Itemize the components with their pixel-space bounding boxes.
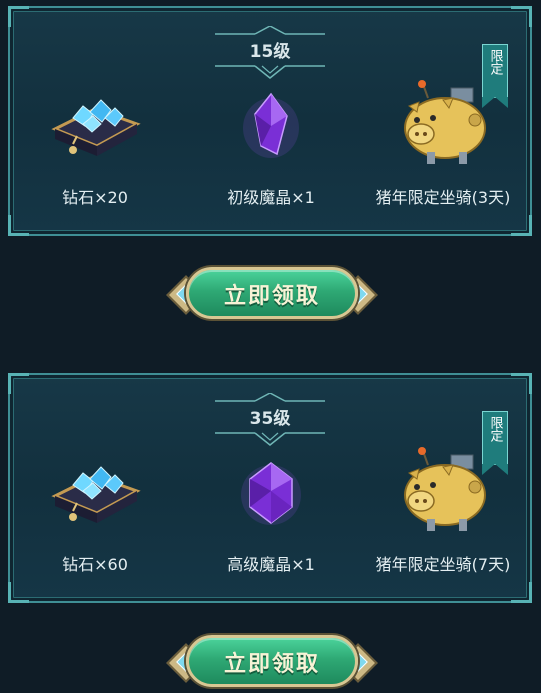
claim-button-level-35[interactable]: 立即领取 (166, 632, 378, 690)
purple-crystal-icon (186, 80, 356, 180)
reward-item: 高级魔晶×1 (186, 447, 356, 575)
purple-crystal-icon (186, 447, 356, 547)
level-label: 35级 (249, 409, 291, 429)
pig-mount-icon (358, 80, 528, 180)
panel-corner (8, 6, 29, 27)
reward-item: 限定 猪年限定坐骑(7天) (358, 411, 528, 575)
level-label: 15级 (249, 42, 291, 62)
reward-label: 猪年限定坐骑(7天) (375, 555, 511, 574)
level-badge: 35级 (215, 393, 325, 447)
diamond-pile-icon (10, 80, 180, 180)
panel-corner (511, 582, 532, 603)
diamond-pile-icon (10, 447, 180, 547)
reward-label: 猪年限定坐骑(3天) (375, 188, 511, 207)
reward-label: 高级魔晶×1 (227, 555, 315, 574)
panel-corner (8, 215, 29, 236)
reward-item: 初级魔晶×1 (186, 80, 356, 208)
reward-panel-level-35: 35级 钻石×60 高级魔晶×1 限定 猪年限定坐骑(7天) (8, 373, 532, 603)
claim-button-label[interactable]: 立即领取 (166, 646, 378, 678)
reward-label: 初级魔晶×1 (227, 188, 315, 207)
reward-label: 钻石×20 (62, 188, 128, 207)
panel-corner (511, 6, 532, 27)
reward-label: 钻石×60 (62, 555, 128, 574)
reward-item: 限定 猪年限定坐骑(3天) (358, 44, 528, 208)
panel-corner (8, 582, 29, 603)
reward-item: 钻石×60 (10, 447, 180, 575)
panel-corner (511, 373, 532, 394)
claim-button-level-15[interactable]: 立即领取 (166, 264, 378, 322)
panel-corner (511, 215, 532, 236)
panel-corner (8, 373, 29, 394)
level-badge: 15级 (215, 26, 325, 80)
reward-item: 钻石×20 (10, 80, 180, 208)
reward-panel-level-15: 15级 钻石×20 初级魔晶×1 限定 猪年限定坐骑(3天) (8, 6, 532, 236)
pig-mount-icon (358, 447, 528, 547)
claim-button-label[interactable]: 立即领取 (166, 278, 378, 310)
